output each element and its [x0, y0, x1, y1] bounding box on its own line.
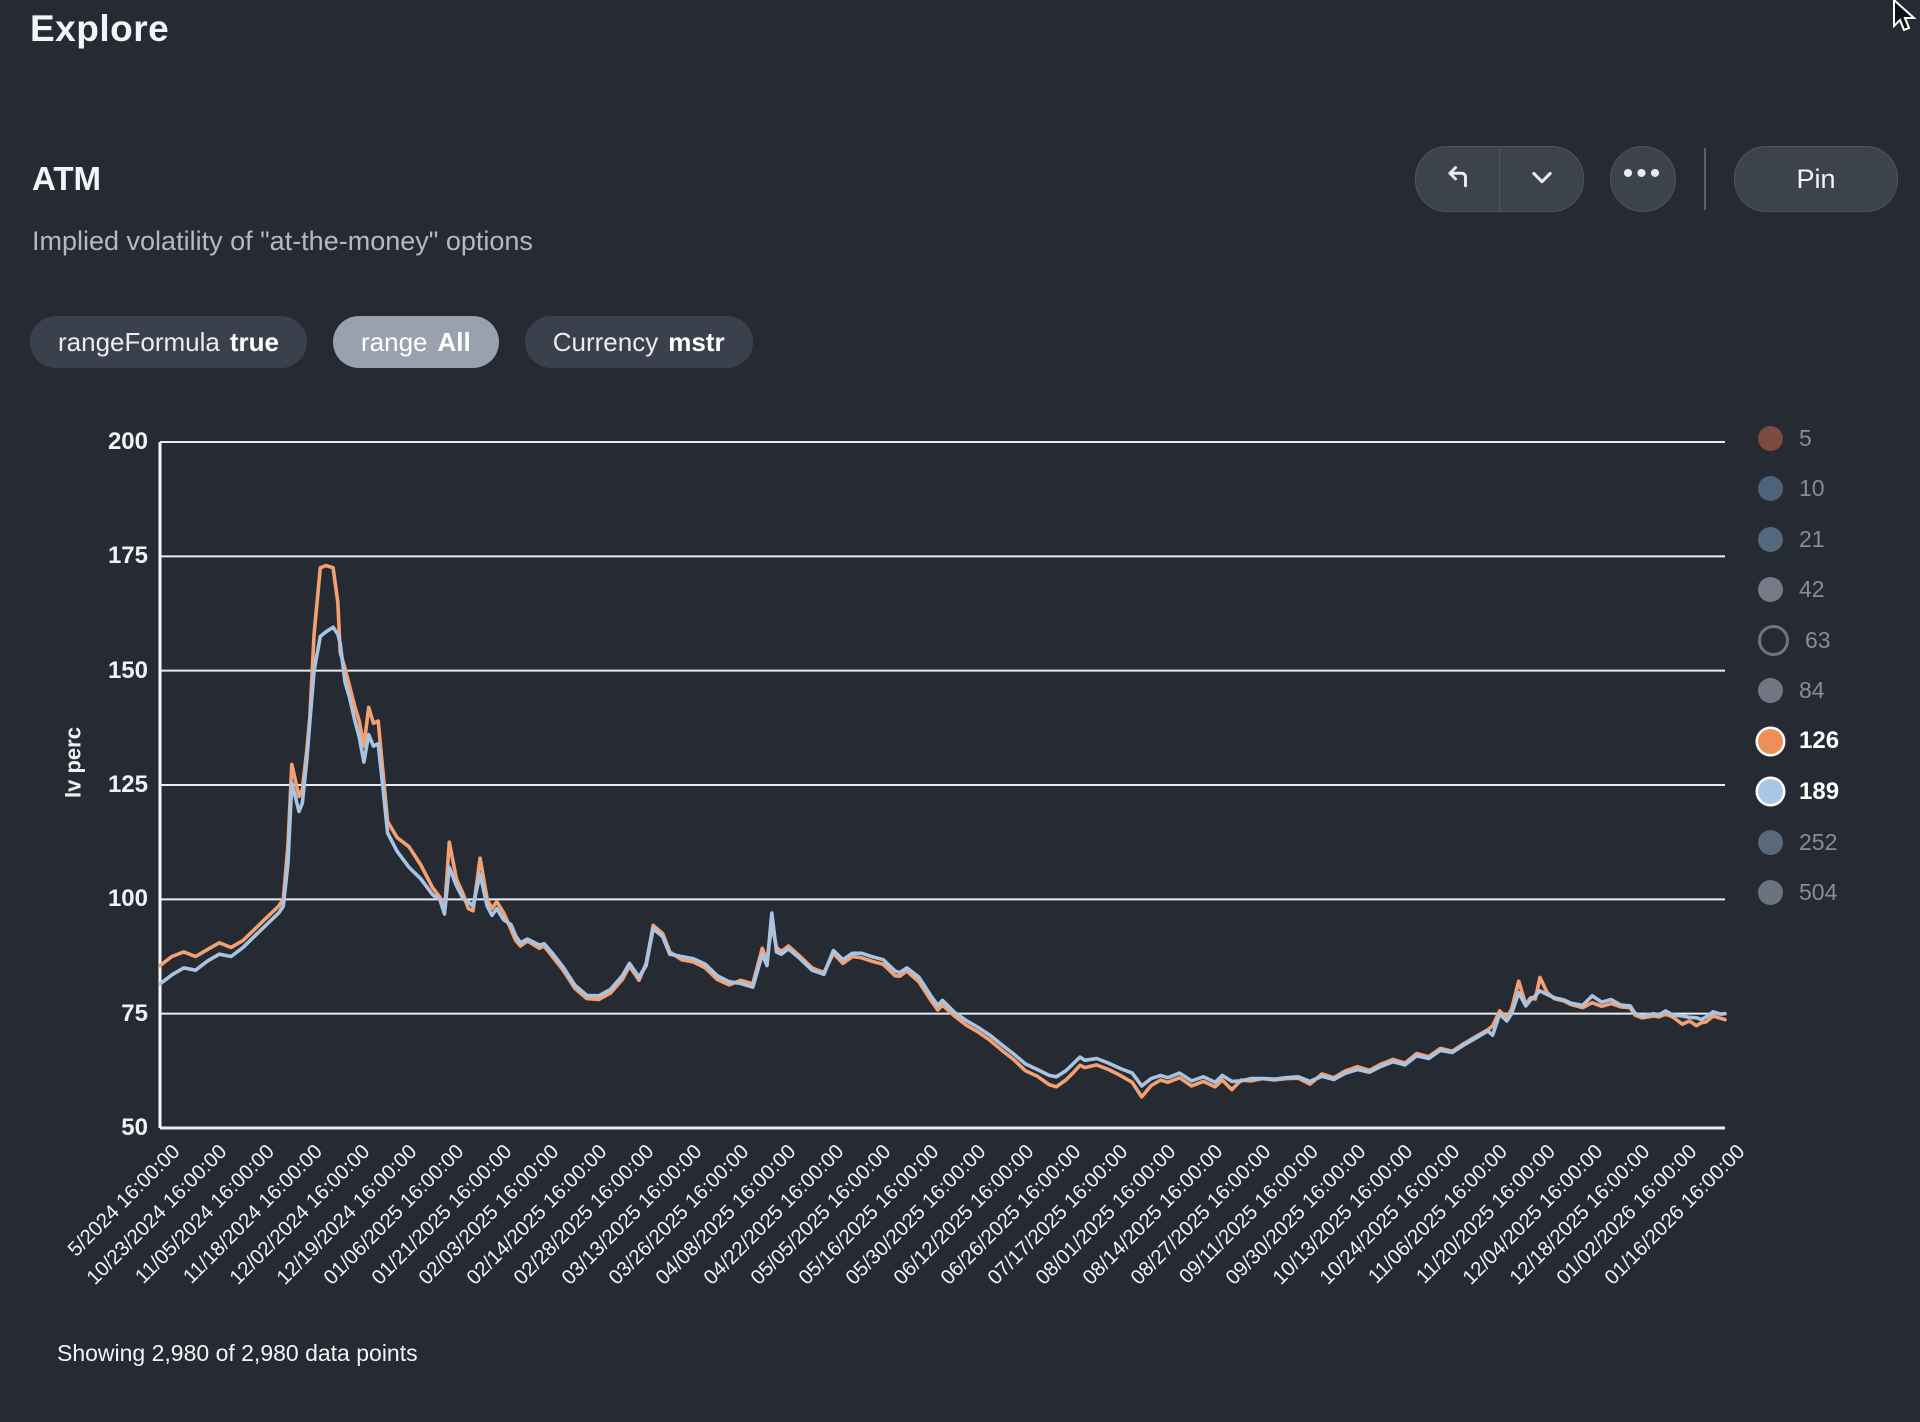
legend-dot-icon — [1758, 577, 1783, 602]
legend-dot-icon — [1758, 426, 1783, 451]
legend-item-10[interactable]: 10 — [1758, 469, 1839, 509]
legend-dot-icon — [1758, 678, 1783, 703]
legend-label: 189 — [1799, 778, 1839, 806]
legend-label: 84 — [1799, 677, 1825, 704]
mouse-cursor — [1888, 0, 1920, 41]
legend-dot-icon — [1758, 779, 1783, 804]
legend-item-84[interactable]: 84 — [1758, 671, 1839, 711]
legend-item-189[interactable]: 189 — [1758, 772, 1839, 812]
y-tick-label: 125 — [38, 771, 148, 799]
legend-label: 5 — [1799, 425, 1812, 452]
legend-dot-icon — [1758, 880, 1783, 905]
legend-dot-icon — [1758, 625, 1789, 656]
legend-item-5[interactable]: 5 — [1758, 418, 1839, 458]
y-tick-label: 200 — [38, 428, 148, 456]
y-tick-label: 175 — [38, 542, 148, 570]
legend-label: 252 — [1799, 829, 1837, 856]
legend-dot-icon — [1758, 527, 1783, 552]
legend-label: 504 — [1799, 879, 1837, 906]
series-line-126 — [160, 566, 1725, 1097]
series-line-189 — [160, 627, 1725, 1086]
legend-label: 10 — [1799, 475, 1825, 502]
legend-item-42[interactable]: 42 — [1758, 570, 1839, 610]
y-tick-label: 150 — [38, 657, 148, 685]
y-tick-label: 75 — [38, 1000, 148, 1028]
legend-dot-icon — [1758, 476, 1783, 501]
status-text: Showing 2,980 of 2,980 data points — [57, 1340, 418, 1367]
legend-item-252[interactable]: 252 — [1758, 822, 1839, 862]
chart-legend: 5 10 21 42 63 84 126 189 252 504 — [1758, 418, 1839, 923]
legend-dot-icon — [1758, 729, 1783, 754]
legend-label: 126 — [1799, 727, 1839, 755]
legend-label: 63 — [1805, 627, 1831, 654]
legend-label: 21 — [1799, 526, 1825, 553]
y-tick-label: 100 — [38, 885, 148, 913]
legend-item-504[interactable]: 504 — [1758, 873, 1839, 913]
legend-item-21[interactable]: 21 — [1758, 519, 1839, 559]
legend-item-126[interactable]: 126 — [1758, 721, 1839, 761]
legend-item-63[interactable]: 63 — [1758, 620, 1839, 660]
legend-label: 42 — [1799, 576, 1825, 603]
y-tick-label: 50 — [38, 1114, 148, 1142]
legend-dot-icon — [1758, 830, 1783, 855]
